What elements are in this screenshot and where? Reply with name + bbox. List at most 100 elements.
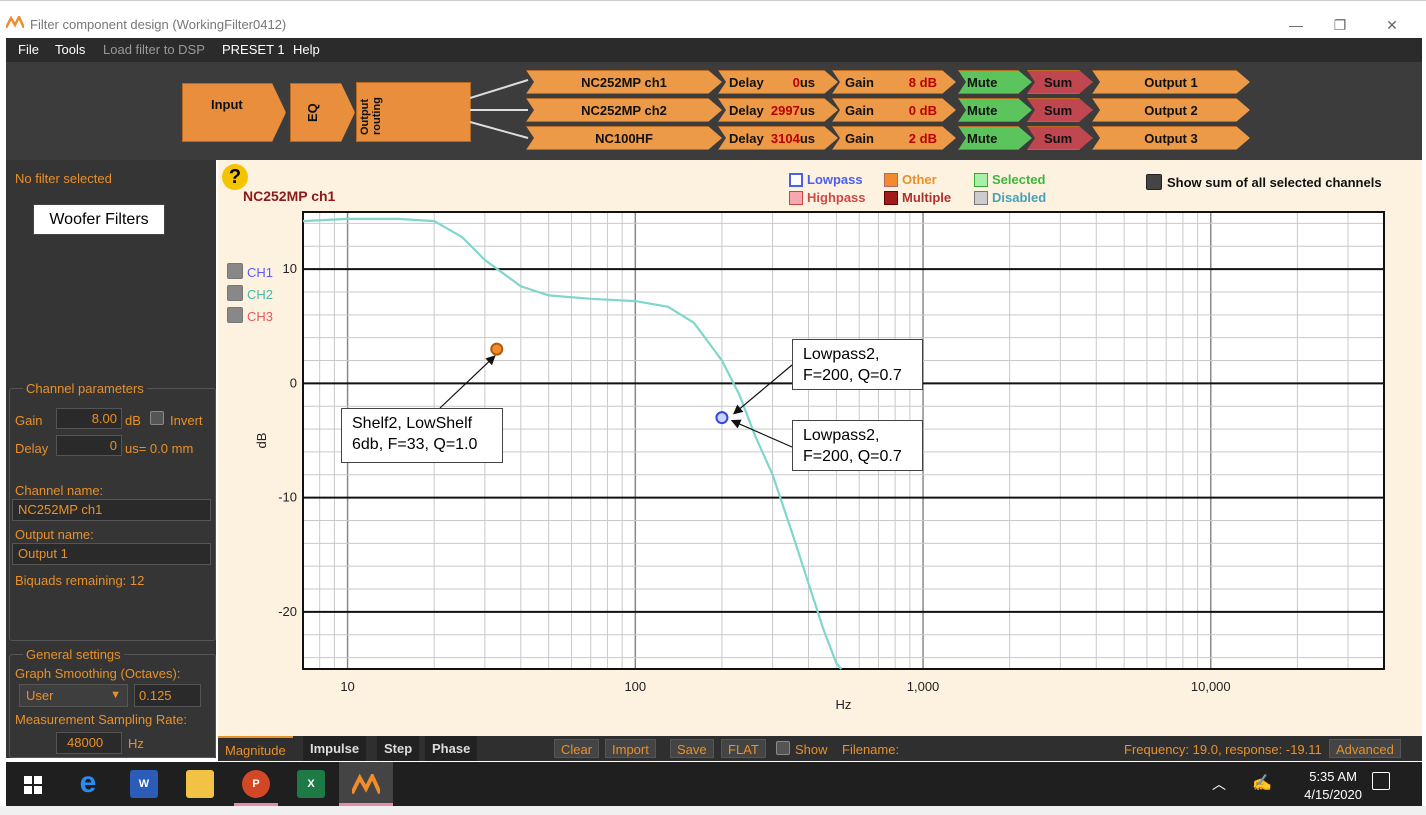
taskbar: e W P X ︿ ✍ 5:35 AM 4/15/2020 bbox=[6, 762, 1422, 806]
sampling-input[interactable]: 48000 bbox=[56, 732, 122, 754]
gain-unit: dB bbox=[125, 413, 141, 428]
app-logo-icon bbox=[6, 16, 24, 28]
routing-lines bbox=[470, 79, 529, 139]
output-block-1[interactable]: Output 1 bbox=[1092, 70, 1250, 94]
callout-shelf: Shelf2, LowShelf 6db, F=33, Q=1.0 bbox=[341, 408, 503, 463]
flat-button[interactable]: FLAT bbox=[721, 739, 766, 758]
delay-input[interactable]: 0 bbox=[56, 435, 122, 456]
pen-icon[interactable]: ✍ bbox=[1252, 773, 1272, 793]
x-tick-label: 10,000 bbox=[1191, 679, 1231, 694]
excel-icon[interactable]: X bbox=[297, 770, 325, 798]
delay-block-2[interactable]: Delay 2997us bbox=[718, 98, 838, 122]
output-name-input[interactable]: Output 1 bbox=[12, 543, 211, 565]
notification-icon[interactable] bbox=[1372, 772, 1390, 790]
eq-block[interactable]: EQ bbox=[290, 83, 355, 142]
menu-tools[interactable]: Tools bbox=[55, 42, 85, 57]
gain-label: Gain bbox=[845, 131, 874, 146]
input-block[interactable]: Input bbox=[182, 83, 286, 142]
minimize-button[interactable]: — bbox=[1276, 13, 1316, 37]
gain-block-1[interactable]: Gain 8 dB bbox=[832, 70, 956, 94]
filter-app-taskbar-button[interactable] bbox=[339, 762, 393, 806]
tab-impulse[interactable]: Impulse bbox=[303, 736, 367, 761]
mute-block-2[interactable]: Mute bbox=[958, 98, 1032, 122]
delay-block-3[interactable]: Delay 3104us bbox=[718, 126, 838, 150]
gain-value-1: 8 dB bbox=[908, 75, 937, 90]
word-icon[interactable]: W bbox=[130, 770, 158, 798]
delay-label: Delay bbox=[729, 103, 764, 118]
save-button[interactable]: Save bbox=[670, 739, 714, 758]
channel-name-label: Channel name: bbox=[15, 483, 104, 498]
gain-label: Gain bbox=[15, 413, 43, 428]
menu-help[interactable]: Help bbox=[293, 42, 320, 57]
smoothing-label: Graph Smoothing (Octaves): bbox=[15, 666, 181, 681]
window-bottom-edge bbox=[0, 806, 1426, 815]
output-block-2[interactable]: Output 2 bbox=[1092, 98, 1250, 122]
smoothing-mode: User bbox=[26, 688, 54, 703]
show-checkbox[interactable] bbox=[776, 741, 790, 755]
delay-block-1[interactable]: Delay 0us bbox=[718, 70, 838, 94]
channel-name-input[interactable]: NC252MP ch1 bbox=[12, 499, 211, 521]
output-routing-label: Output routing bbox=[359, 97, 383, 135]
file-explorer-icon[interactable] bbox=[186, 770, 214, 798]
windows-start-icon[interactable] bbox=[24, 776, 42, 794]
smoothing-select[interactable]: User ▼ bbox=[19, 684, 128, 707]
x-tick-label: 10 bbox=[340, 679, 354, 694]
channel-name-block-2[interactable]: NC252MP ch2 bbox=[526, 98, 722, 122]
mute-block-3[interactable]: Mute bbox=[958, 126, 1032, 150]
chevron-up-icon[interactable]: ︿ bbox=[1212, 774, 1226, 794]
menu-load-filter[interactable]: Load filter to DSP bbox=[103, 42, 205, 57]
callout-lp2-line2: F=200, Q=0.7 bbox=[803, 448, 902, 465]
tab-step[interactable]: Step bbox=[377, 736, 420, 761]
general-settings-title: General settings bbox=[23, 647, 124, 662]
channel-name-block-3[interactable]: NC100HF bbox=[526, 126, 722, 150]
system-clock[interactable]: 5:35 AM 4/15/2020 bbox=[1304, 768, 1362, 804]
sum-block-1[interactable]: Sum bbox=[1027, 70, 1093, 94]
mute-block-1[interactable]: Mute bbox=[958, 70, 1032, 94]
menu-preset[interactable]: PRESET 1 bbox=[222, 42, 285, 57]
shelf-filter-point bbox=[490, 342, 504, 356]
y-tick-label: -10 bbox=[278, 490, 297, 505]
routing-panel: Input EQ Output routing NC252MP ch1 Delay… bbox=[6, 62, 1422, 160]
tab-phase[interactable]: Phase bbox=[425, 736, 478, 761]
invert-checkbox[interactable] bbox=[150, 411, 164, 425]
eq-label: EQ bbox=[305, 103, 320, 122]
edge-browser-icon[interactable]: e bbox=[74, 768, 102, 798]
callout-shelf-line1: Shelf2, LowShelf bbox=[352, 415, 473, 432]
advanced-button[interactable]: Advanced bbox=[1329, 739, 1401, 758]
woofer-filters-note: Woofer Filters bbox=[33, 204, 165, 235]
no-filter-label: No filter selected bbox=[15, 171, 112, 186]
close-button[interactable]: ✕ bbox=[1372, 13, 1412, 37]
menu-bar: File Tools Load filter to DSP PRESET 1 H… bbox=[6, 38, 1422, 62]
filename-label: Filename: bbox=[842, 742, 900, 757]
channel-name-block-1[interactable]: NC252MP ch1 bbox=[526, 70, 722, 94]
gain-input[interactable]: 8.00 bbox=[56, 408, 122, 429]
smoothing-value-input[interactable]: 0.125 bbox=[134, 684, 201, 707]
delay-label: Delay bbox=[15, 441, 49, 456]
powerpoint-icon[interactable]: P bbox=[242, 770, 270, 798]
menu-file[interactable]: File bbox=[18, 42, 39, 57]
x-axis-label: Hz bbox=[836, 697, 852, 712]
x-tick-label: 100 bbox=[624, 679, 646, 694]
maximize-button[interactable]: ❐ bbox=[1320, 13, 1360, 37]
tab-magnitude[interactable]: Magnitude bbox=[218, 736, 293, 761]
biquads-remaining: Biquads remaining: 12 bbox=[15, 573, 145, 588]
callout-lp2-line1: Lowpass2, bbox=[803, 427, 880, 444]
sum-block-3[interactable]: Sum bbox=[1027, 126, 1093, 150]
channel-parameters-title: Channel parameters bbox=[23, 381, 147, 396]
callout-lowpass-2: Lowpass2, F=200, Q=0.7 bbox=[792, 420, 923, 471]
gain-block-3[interactable]: Gain 2 dB bbox=[832, 126, 956, 150]
delay-unit: us= 0.0 mm bbox=[125, 441, 194, 456]
sum-block-2[interactable]: Sum bbox=[1027, 98, 1093, 122]
clear-button[interactable]: Clear bbox=[554, 739, 600, 758]
gain-label: Gain bbox=[845, 75, 874, 90]
callout-lowpass-1: Lowpass2, F=200, Q=0.7 bbox=[792, 339, 923, 390]
chevron-down-icon: ▼ bbox=[110, 689, 121, 701]
output-block-3[interactable]: Output 3 bbox=[1092, 126, 1250, 150]
callout-lp1-line1: Lowpass2, bbox=[803, 346, 880, 363]
gain-block-2[interactable]: Gain 0 dB bbox=[832, 98, 956, 122]
sampling-unit: Hz bbox=[128, 736, 144, 751]
clock-date: 4/15/2020 bbox=[1304, 787, 1362, 802]
app-logo-icon bbox=[352, 774, 380, 794]
output-routing-block[interactable]: Output routing bbox=[356, 82, 471, 142]
import-button[interactable]: Import bbox=[605, 739, 656, 758]
